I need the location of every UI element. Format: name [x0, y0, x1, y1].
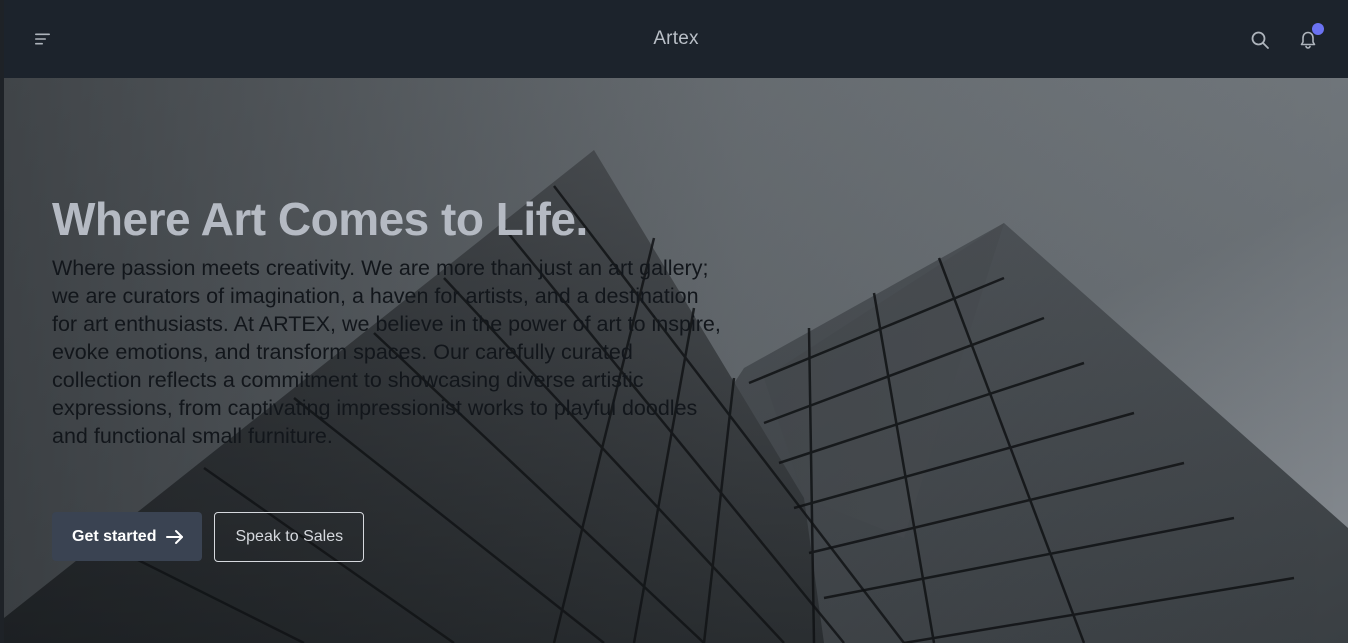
menu-icon [35, 33, 50, 45]
speak-to-sales-button[interactable]: Speak to Sales [214, 512, 365, 562]
hero-cta-row: Get started Speak to Sales [52, 512, 365, 562]
search-icon [1251, 31, 1269, 49]
hero-content: Where Art Comes to Life. Where passion m… [52, 190, 732, 450]
arrow-right-icon [166, 529, 184, 544]
hero-description: Where passion meets creativity. We are m… [52, 256, 721, 448]
app-frame: Artex Where Art Comes to Life. Where pas… [4, 0, 1348, 643]
top-navbar: Artex [4, 0, 1348, 78]
get-started-button[interactable]: Get started [52, 512, 203, 561]
notification-badge-dot [1312, 23, 1324, 35]
search-button[interactable] [1248, 28, 1272, 52]
brand-logo[interactable]: Artex [653, 28, 698, 50]
hero-section: Where Art Comes to Life. Where passion m… [4, 78, 1348, 643]
get-started-label: Get started [72, 527, 157, 545]
menu-button[interactable] [32, 28, 54, 50]
hero-title: Where Art Comes to Life. [52, 193, 588, 245]
